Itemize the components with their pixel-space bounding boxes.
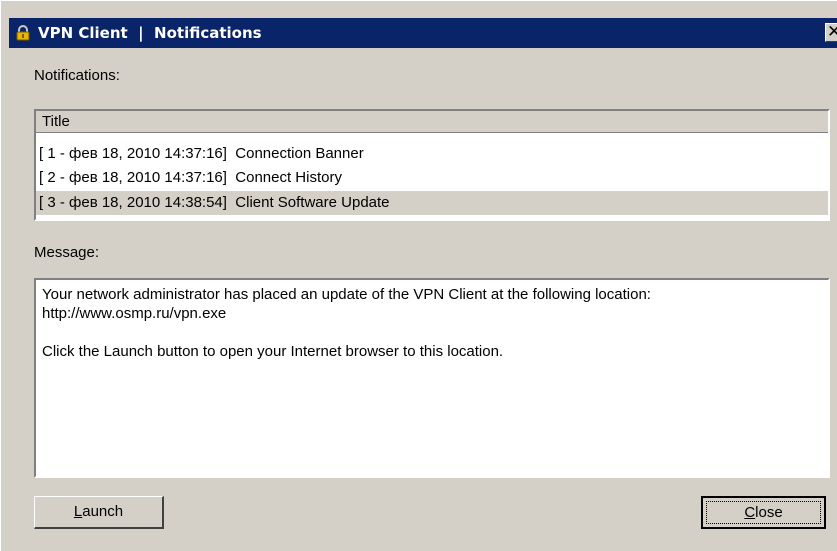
notification-row-3[interactable]: [ 3 - фев 18, 2010 14:38:54] Client Soft… — [36, 191, 828, 215]
notification-row-1[interactable]: [ 1 - фев 18, 2010 14:37:16] Connection … — [36, 142, 828, 166]
launch-mnemonic: L — [73, 503, 83, 520]
notifications-list[interactable]: Title [ 1 - фев 18, 2010 14:37:16] Conne… — [34, 109, 830, 221]
column-header-title[interactable]: Title — [36, 111, 828, 133]
launch-label: aunch — [82, 503, 124, 520]
close-button[interactable]: Close — [701, 496, 826, 529]
notifications-label: Notifications: — [34, 67, 120, 84]
focus-rectangle — [706, 501, 821, 524]
notifications-window: VPN Client | Notifications ✕ Notificatio… — [0, 0, 837, 551]
message-text: Your network administrator has placed an… — [42, 286, 651, 360]
title-bar[interactable]: VPN Client | Notifications ✕ — [9, 18, 837, 48]
close-window-button[interactable]: ✕ — [825, 23, 837, 42]
column-header-label: Title — [42, 113, 70, 130]
close-icon: ✕ — [827, 22, 837, 42]
window-title: VPN Client | Notifications — [38, 24, 262, 42]
launch-button[interactable]: Launch — [34, 496, 164, 529]
padlock-icon — [16, 25, 30, 41]
message-label: Message: — [34, 244, 100, 261]
notification-row-2[interactable]: [ 2 - фев 18, 2010 14:37:16] Connect His… — [36, 166, 828, 190]
message-box[interactable]: Your network administrator has placed an… — [34, 278, 830, 478]
